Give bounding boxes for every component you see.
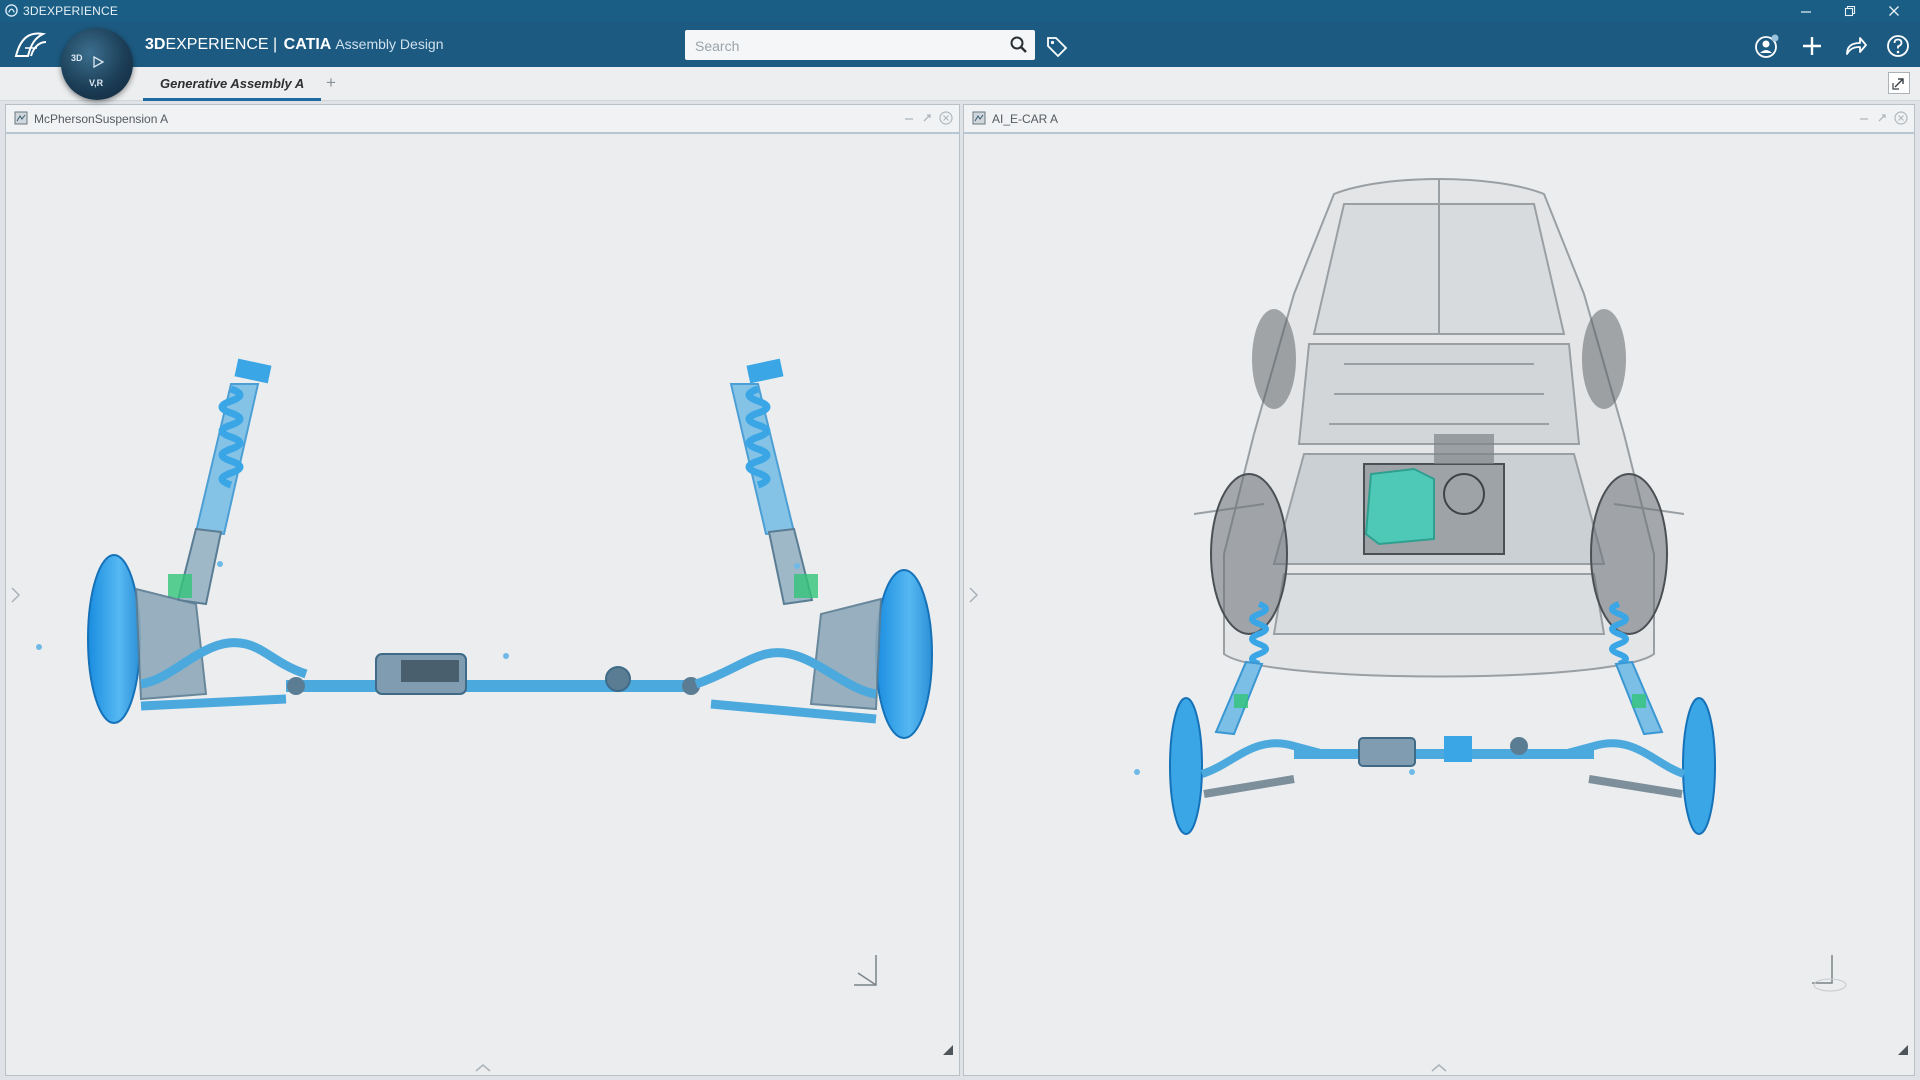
mcpherson-suspension-model[interactable] [6, 134, 959, 1075]
viewer-pane-mcpherson[interactable]: McPhersonSuspension A [5, 104, 960, 1076]
restore-icon [1844, 5, 1856, 17]
axis-triad-icon [1812, 955, 1847, 992]
corner-resize-icon[interactable] [941, 1043, 955, 1057]
tab-bar: Generative Assembly A + [0, 67, 1920, 101]
play-icon[interactable] [91, 55, 105, 69]
dassault-systemes-logo-icon [14, 32, 47, 57]
app-role: Assembly Design [335, 36, 444, 52]
search-box [685, 30, 1035, 60]
brand-3d: 3D [145, 36, 166, 53]
3d-viewport[interactable] [6, 134, 959, 1075]
os-title-bar: 3DEXPERIENCE [0, 0, 1920, 22]
3d-viewport[interactable] [964, 134, 1914, 1075]
left-strut [168, 358, 272, 606]
brand-experience: EXPERIENCE [165, 36, 269, 53]
pane-title: McPhersonSuspension A [34, 112, 169, 126]
corner-resize-icon[interactable] [1896, 1043, 1910, 1057]
expand-icon [1892, 78, 1904, 90]
app-name: CATIA [283, 36, 332, 53]
pane-close-icon[interactable] [1893, 110, 1909, 126]
pane-maximize-icon[interactable] [1874, 110, 1890, 126]
minimize-button[interactable] [1784, 0, 1828, 22]
app-toolbar: 3DEXPERIENCE | CATIA Assembly Design [0, 22, 1920, 67]
pane-title: AI_E-CAR A [992, 112, 1059, 126]
axis-triad-icon [854, 955, 877, 986]
document-icon [14, 111, 28, 125]
expand-bottom-icon[interactable] [474, 1063, 492, 1073]
compass-widget[interactable]: 3D V,R [61, 28, 133, 100]
brand-separator: | [268, 36, 282, 53]
pane-maximize-icon[interactable] [919, 110, 935, 126]
side-panel-arrow-icon[interactable] [9, 586, 21, 604]
e-car-assembly-model[interactable] [964, 134, 1914, 1075]
tag-icon[interactable] [1044, 33, 1070, 59]
pane-minimize-icon[interactable] [1856, 110, 1872, 126]
compass-3d-label: 3D [71, 53, 83, 63]
user-profile-icon[interactable] [1753, 32, 1781, 60]
app-brand: 3DEXPERIENCE | CATIA Assembly Design [145, 36, 444, 54]
pane-close-icon[interactable] [938, 110, 954, 126]
steering-rack [286, 653, 700, 695]
close-icon [1889, 6, 1899, 16]
compass-vr-label: V,R [89, 78, 104, 88]
search-icon[interactable] [1009, 35, 1029, 55]
side-panel-arrow-icon[interactable] [967, 586, 979, 604]
close-window-button[interactable] [1872, 0, 1916, 22]
expand-bottom-icon[interactable] [1430, 1063, 1448, 1073]
tab-generative-assembly[interactable]: Generative Assembly A [143, 69, 321, 101]
add-tab-button[interactable]: + [326, 73, 336, 93]
left-brake-disc [87, 554, 141, 724]
share-icon[interactable] [1841, 32, 1869, 60]
restore-button[interactable] [1828, 0, 1872, 22]
app-logo-icon [5, 4, 18, 17]
add-icon[interactable] [1798, 32, 1826, 60]
battery-module [1364, 467, 1435, 546]
tab-label: Generative Assembly A [160, 76, 305, 91]
document-icon [972, 111, 986, 125]
window-title: 3DEXPERIENCE [23, 4, 119, 18]
maximize-view-button[interactable] [1888, 72, 1910, 94]
pane-minimize-icon[interactable] [901, 110, 917, 126]
minimize-icon [1801, 11, 1811, 13]
viewer-pane-e-car[interactable]: AI_E-CAR A [963, 104, 1915, 1076]
pane-header: McPhersonSuspension A [6, 105, 959, 134]
search-input[interactable] [693, 33, 997, 59]
pane-header: AI_E-CAR A [964, 105, 1914, 134]
right-brake-disc [875, 569, 933, 739]
right-strut [729, 358, 818, 606]
help-icon[interactable] [1884, 32, 1912, 60]
